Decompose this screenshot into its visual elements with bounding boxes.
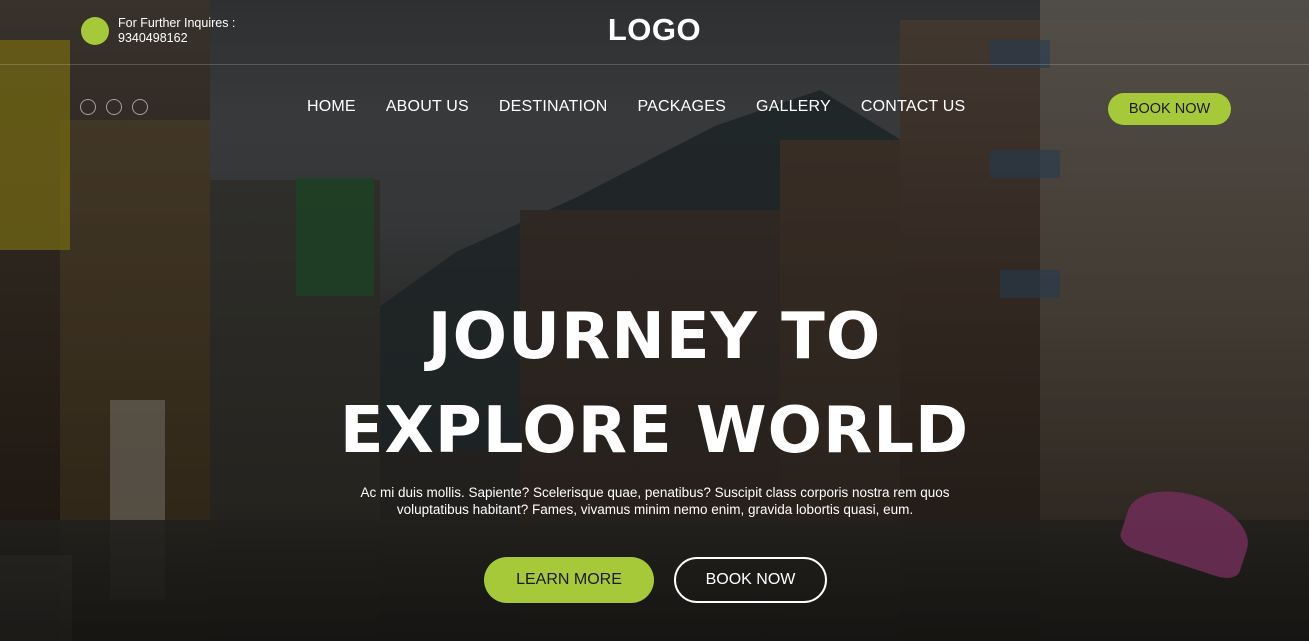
nav-item-packages[interactable]: PACKAGES <box>638 98 726 116</box>
book-now-nav-button[interactable]: BOOK NOW <box>1108 93 1231 125</box>
social-circle-icon[interactable] <box>80 99 96 115</box>
hero-subtext-line-2: voluptatibus habitant? Fames, vivamus mi… <box>396 502 914 517</box>
main-nav: HOME ABOUT US DESTINATION PACKAGES GALLE… <box>307 98 965 116</box>
hero-headline-line-1: JOURNEY TO <box>427 300 882 374</box>
hero-headline-line-2: EXPLORE WORLD <box>339 394 970 468</box>
nav-item-gallery[interactable]: GALLERY <box>756 98 831 116</box>
hero-subtext-line-1: Ac mi duis mollis. Sapiente? Scelerisque… <box>360 485 950 500</box>
hero-headline: JOURNEY TO EXPLORE WORLD <box>0 290 1309 478</box>
social-circle-icon[interactable] <box>106 99 122 115</box>
site-logo[interactable]: LOGO <box>0 12 1309 48</box>
nav-item-about-us[interactable]: ABOUT US <box>386 98 469 116</box>
social-circle-icon[interactable] <box>132 99 148 115</box>
learn-more-button[interactable]: LEARN MORE <box>484 557 654 603</box>
nav-item-home[interactable]: HOME <box>307 98 356 116</box>
nav-item-destination[interactable]: DESTINATION <box>499 98 608 116</box>
hero-subtext: Ac mi duis mollis. Sapiente? Scelerisque… <box>320 484 990 518</box>
hero-section: For Further Inquires : 9340498162 LOGO H… <box>0 0 1309 641</box>
social-links <box>80 99 148 115</box>
top-bar: For Further Inquires : 9340498162 LOGO <box>0 0 1309 65</box>
book-now-hero-button[interactable]: BOOK NOW <box>674 557 827 603</box>
nav-item-contact-us[interactable]: CONTACT US <box>861 98 966 116</box>
